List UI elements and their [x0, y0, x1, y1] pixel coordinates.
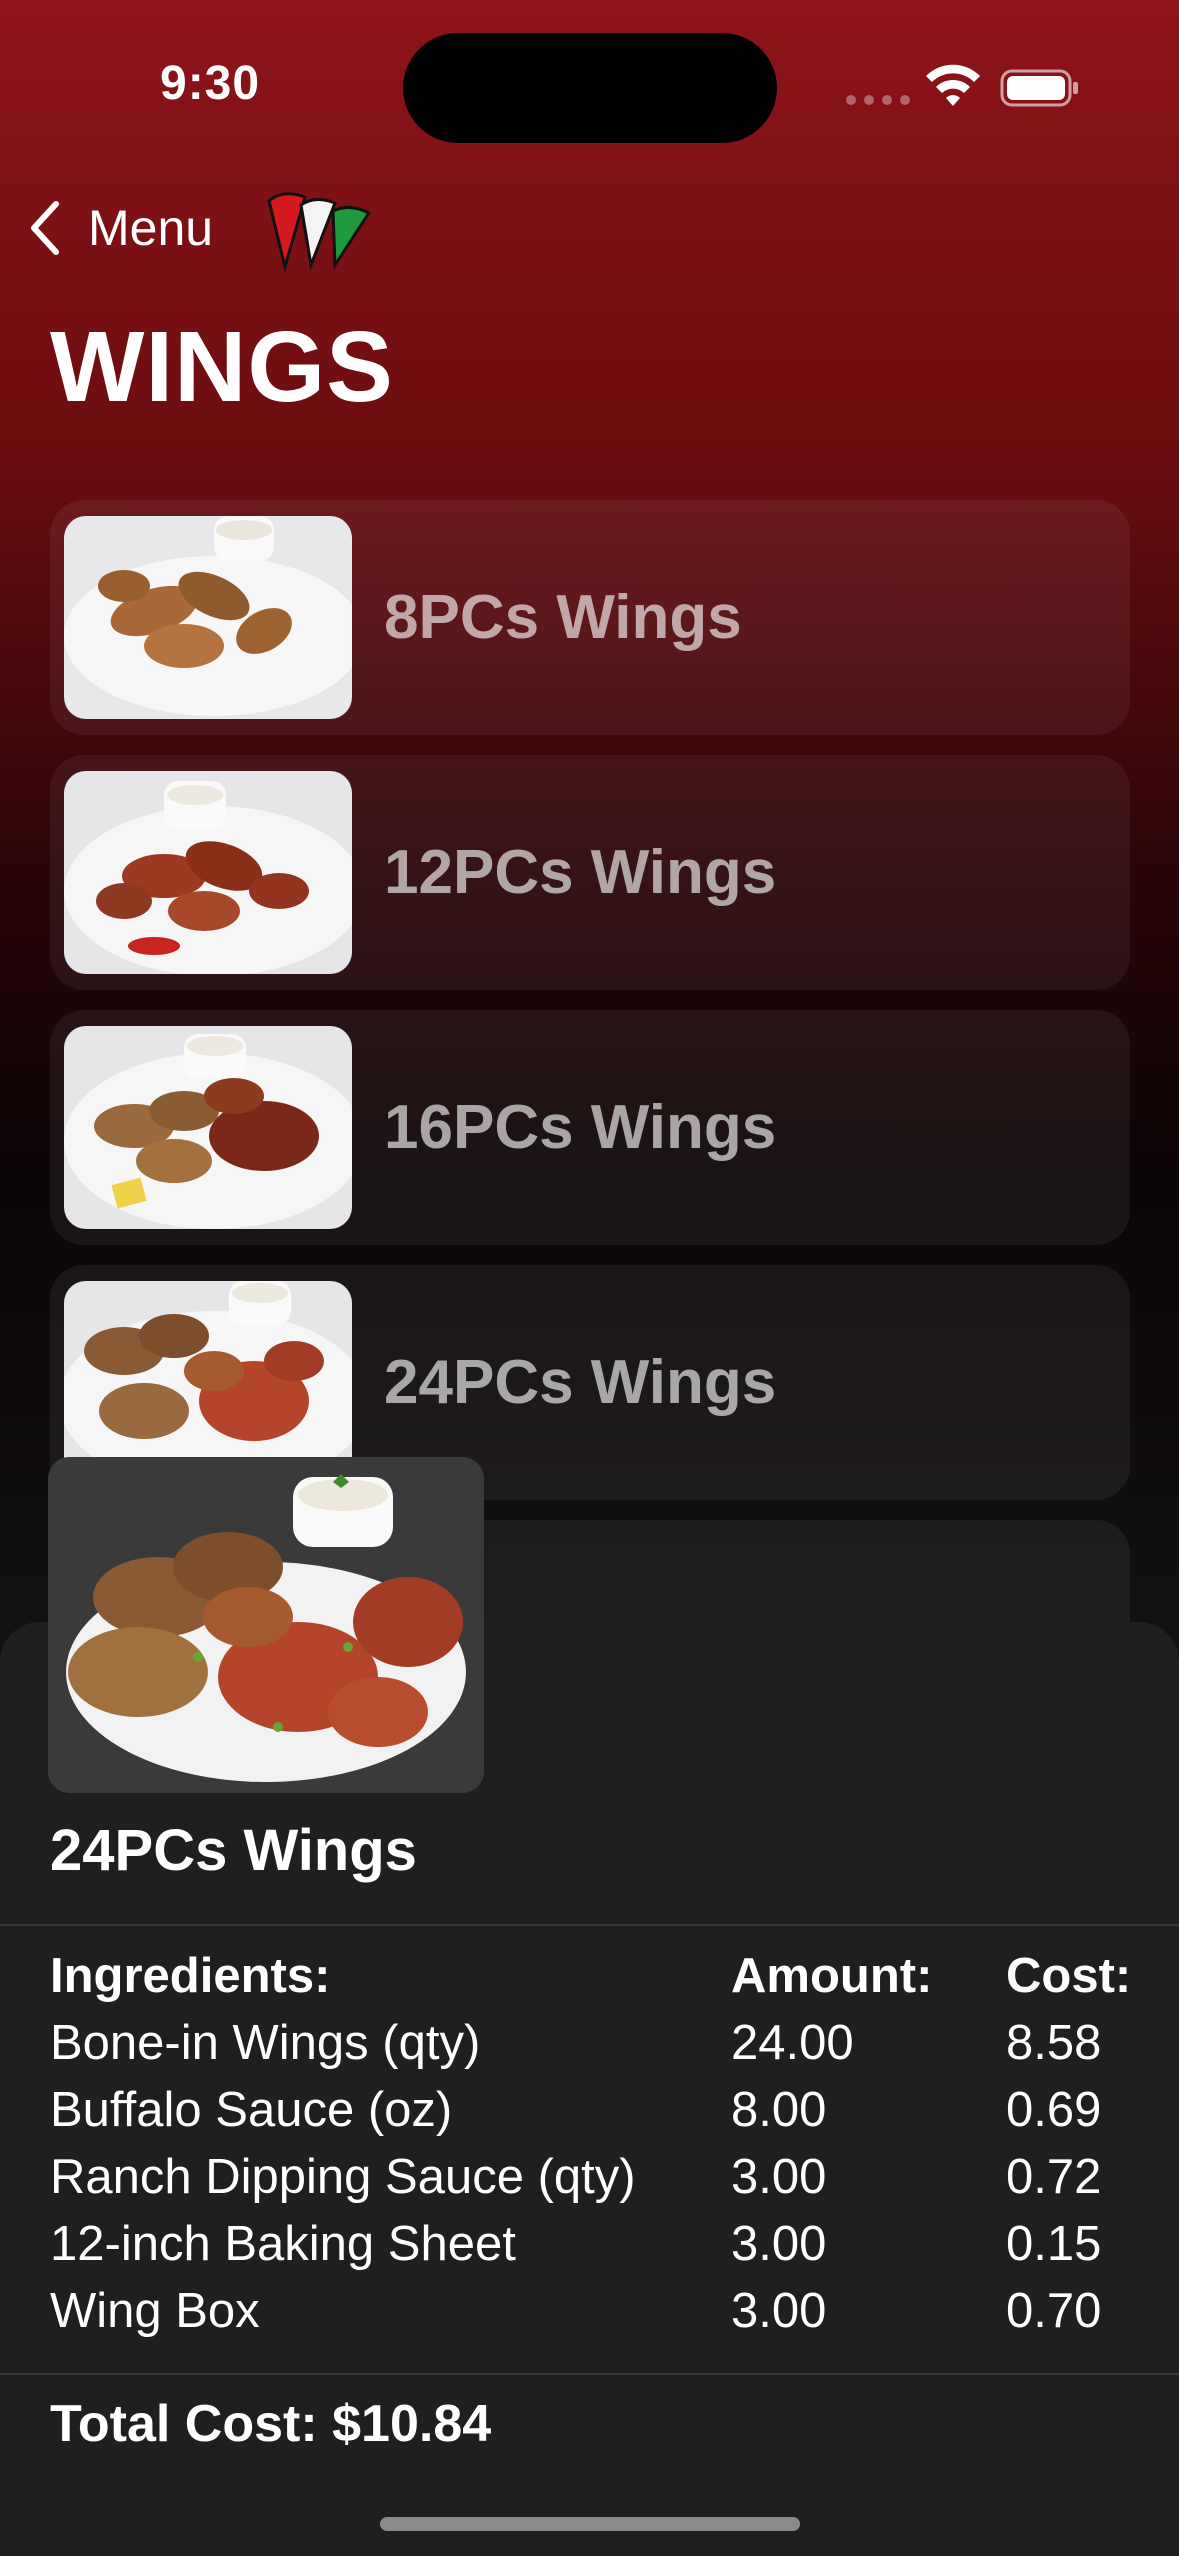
divider: [0, 1924, 1179, 1926]
dynamic-island: [403, 33, 777, 143]
divider: [0, 2373, 1179, 2375]
wifi-icon: [926, 64, 980, 106]
menu-item-label: 24PCs Wings: [384, 1348, 777, 1417]
wings-photo: [64, 1026, 352, 1229]
chevron-left-icon: [31, 200, 59, 255]
ingredient-amount: 8.00: [731, 2082, 827, 2137]
ingredient-cost: 0.70: [1006, 2283, 1102, 2338]
ingredient-amount: 3.00: [731, 2283, 827, 2338]
cellular-signal-icon: [846, 95, 910, 105]
ingredient-name: Ranch Dipping Sauce (qty): [50, 2149, 636, 2204]
ingredient-cost: 0.69: [1006, 2082, 1102, 2137]
menu-item-16pcs-wings[interactable]: 16PCs Wings: [50, 1010, 1130, 1245]
header-cost: Cost:: [1006, 1948, 1132, 2003]
wings-photo: [64, 1281, 352, 1484]
wings-photo: [64, 771, 352, 974]
ingredient-cost: 0.15: [1006, 2216, 1102, 2271]
ingredient-cost: 0.72: [1006, 2149, 1102, 2204]
menu-item-8pcs-wings[interactable]: 8PCs Wings: [50, 500, 1130, 735]
back-button[interactable]: Menu: [24, 198, 213, 258]
ingredient-name: Bone-in Wings (qty): [50, 2015, 481, 2070]
table-row: Buffalo Sauce (oz) 8.00 0.69: [50, 2076, 1179, 2143]
header-amount: Amount:: [731, 1948, 933, 2003]
ingredient-name: Wing Box: [50, 2283, 260, 2338]
header-ingredients: Ingredients:: [50, 1948, 331, 2003]
ingredient-name: 12-inch Baking Sheet: [50, 2216, 516, 2271]
detail-photo: [48, 1457, 484, 1793]
pizza-logo-icon: [267, 191, 372, 273]
menu-item-label: 16PCs Wings: [384, 1093, 777, 1162]
navigation-bar: Menu: [24, 180, 375, 275]
ingredient-amount: 24.00: [731, 2015, 854, 2070]
home-indicator[interactable]: [380, 2517, 800, 2531]
wings-photo: [64, 516, 352, 719]
menu-item-label: 8PCs Wings: [384, 583, 742, 652]
back-button-label: Menu: [88, 199, 214, 256]
detail-title: 24PCs Wings: [50, 1818, 417, 1883]
table-row: Ranch Dipping Sauce (qty) 3.00 0.72: [50, 2143, 1179, 2210]
table-row: Bone-in Wings (qty) 24.00 8.58: [50, 2009, 1179, 2076]
menu-item-label: 12PCs Wings: [384, 838, 777, 907]
table-row: Wing Box 3.00 0.70: [50, 2277, 1179, 2344]
total-cost: Total Cost: $10.84: [50, 2395, 492, 2453]
table-row: 12-inch Baking Sheet 3.00 0.15: [50, 2210, 1179, 2277]
menu-item-12pcs-wings[interactable]: 12PCs Wings: [50, 755, 1130, 990]
ingredients-table: Ingredients: Amount: Cost: Bone-in Wings…: [50, 1942, 1179, 2344]
status-bar: 9:30: [0, 0, 1179, 175]
table-header: Ingredients: Amount: Cost:: [50, 1942, 1179, 2009]
ingredient-amount: 3.00: [731, 2216, 827, 2271]
battery-icon: [1000, 69, 1078, 107]
ingredient-name: Buffalo Sauce (oz): [50, 2082, 453, 2137]
page-title: WINGS: [50, 311, 394, 423]
ingredient-amount: 3.00: [731, 2149, 827, 2204]
ingredient-cost: 8.58: [1006, 2015, 1102, 2070]
status-time: 9:30: [160, 57, 261, 110]
